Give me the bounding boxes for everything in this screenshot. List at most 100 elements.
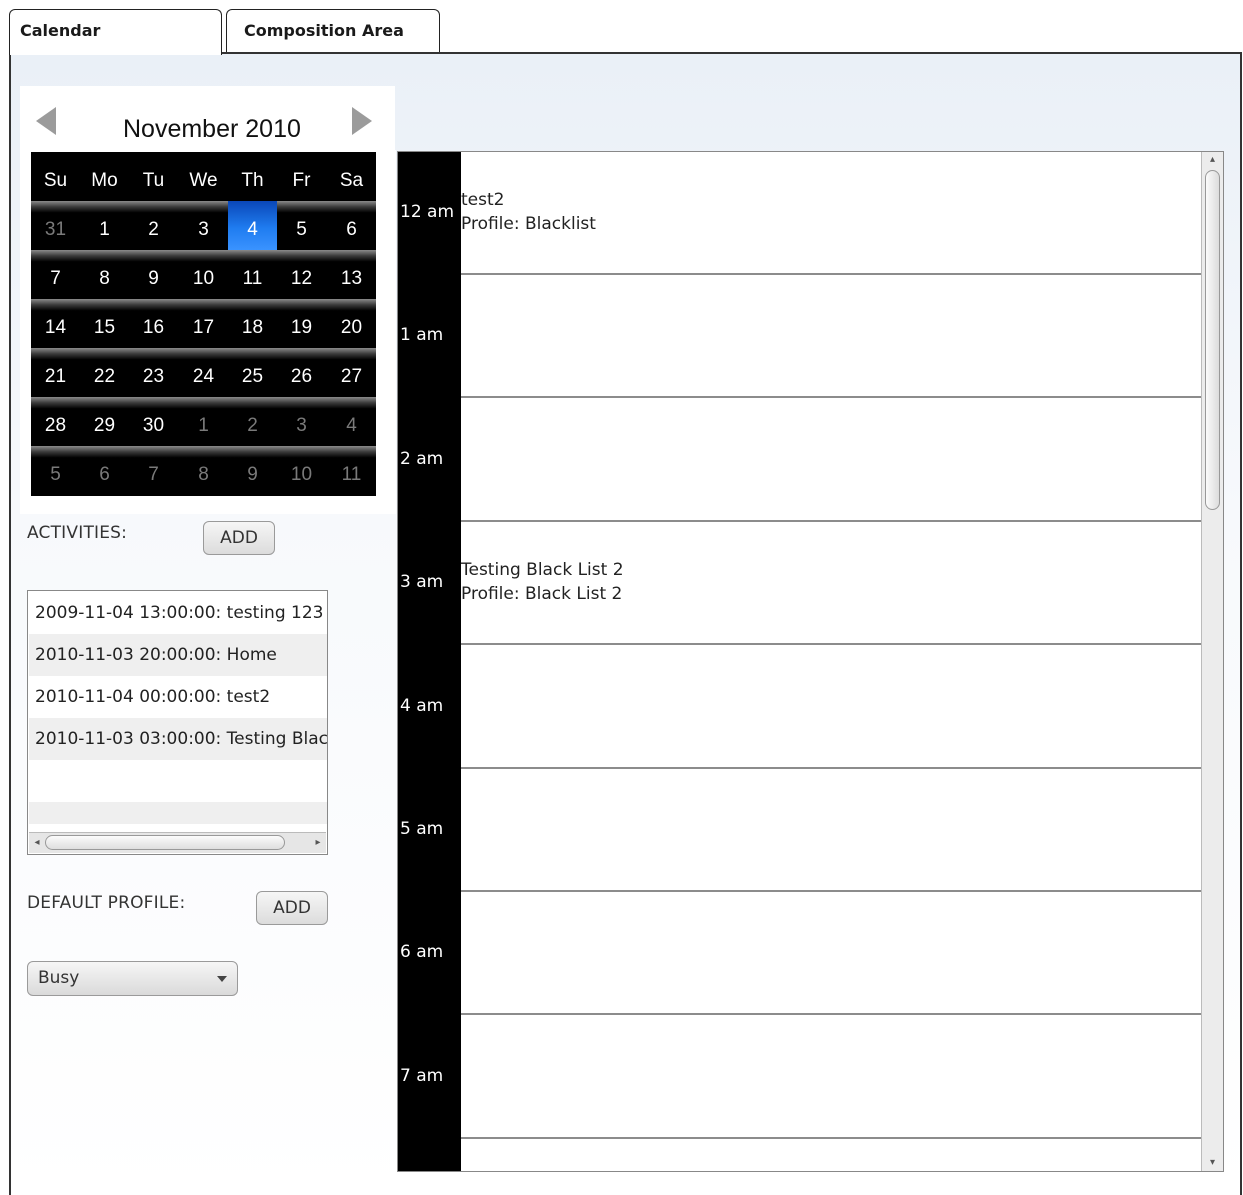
scroll-down-icon[interactable]: ▾ bbox=[1206, 1156, 1219, 1170]
day-cell[interactable]: 31 bbox=[31, 201, 80, 250]
profile-select-value: Busy bbox=[38, 968, 80, 988]
day-cell[interactable]: 28 bbox=[31, 397, 80, 446]
day-cell[interactable]: 6 bbox=[327, 201, 376, 250]
hour-slot[interactable] bbox=[461, 769, 1202, 892]
day-cell[interactable]: 3 bbox=[179, 201, 228, 250]
hour-label: 5 am bbox=[400, 819, 444, 839]
hour-slot[interactable] bbox=[461, 399, 1202, 522]
day-cell[interactable]: 8 bbox=[80, 250, 129, 299]
day-cell[interactable]: 5 bbox=[277, 201, 326, 250]
day-cell[interactable]: 11 bbox=[228, 250, 277, 299]
activities-list[interactable]: 2009-11-04 13:00:00: testing 123 2010-11… bbox=[27, 590, 328, 855]
day-cell[interactable]: 16 bbox=[129, 299, 178, 348]
scroll-left-icon[interactable]: ◂ bbox=[30, 835, 44, 850]
weekday-header: Su Mo Tu We Th Fr Sa bbox=[31, 152, 376, 202]
profile-select[interactable]: Busy bbox=[27, 961, 238, 996]
weekday-label: Fr bbox=[292, 170, 311, 191]
vertical-scroll-thumb[interactable] bbox=[1205, 170, 1220, 510]
hour-label: 12 am bbox=[400, 202, 455, 222]
list-item[interactable]: 2010-11-03 03:00:00: Testing Black List … bbox=[29, 718, 327, 760]
hour-slot[interactable] bbox=[461, 892, 1202, 1015]
day-cell[interactable]: 25 bbox=[228, 348, 277, 397]
week-row: 21 22 23 24 25 26 27 bbox=[31, 348, 376, 397]
day-cell[interactable]: 21 bbox=[31, 348, 80, 397]
list-item[interactable]: 2010-11-03 20:00:00: Home bbox=[29, 634, 327, 676]
hour-label: 4 am bbox=[400, 696, 444, 716]
day-cell[interactable]: 10 bbox=[179, 250, 228, 299]
hour-slot[interactable] bbox=[461, 1139, 1202, 1171]
day-cell[interactable]: 24 bbox=[179, 348, 228, 397]
weekday-label: Su bbox=[43, 170, 68, 191]
list-item[interactable]: 2009-11-04 13:00:00: testing 123 bbox=[29, 592, 327, 634]
weekday-label: Mo bbox=[91, 170, 118, 191]
week-row: 31 1 2 3 4 5 6 bbox=[31, 201, 376, 250]
day-cell[interactable]: 8 bbox=[179, 446, 228, 495]
event-title: test2 bbox=[461, 190, 505, 210]
day-cell[interactable]: 13 bbox=[327, 250, 376, 299]
list-item-empty bbox=[29, 802, 327, 824]
week-row: 5 6 7 8 9 10 11 bbox=[31, 446, 376, 495]
day-cell[interactable]: 17 bbox=[179, 299, 228, 348]
hour-slot[interactable] bbox=[461, 275, 1202, 398]
day-cell[interactable]: 12 bbox=[277, 250, 326, 299]
hour-slot[interactable] bbox=[461, 1016, 1202, 1139]
day-cell[interactable]: 7 bbox=[31, 250, 80, 299]
activities-label: ACTIVITIES: bbox=[27, 523, 128, 543]
default-profile-label: DEFAULT PROFILE: bbox=[27, 893, 186, 913]
hour-slot[interactable] bbox=[461, 646, 1202, 769]
time-column: 12 am 1 am 2 am 3 am 4 am 5 am 6 am 7 am bbox=[398, 152, 461, 1171]
scroll-right-icon[interactable]: ▸ bbox=[311, 835, 325, 850]
tab-calendar[interactable]: Calendar bbox=[9, 9, 222, 55]
event-entry[interactable]: test2 Profile: Blacklist bbox=[461, 188, 596, 236]
day-cell[interactable]: 26 bbox=[277, 348, 326, 397]
weekday-label: We bbox=[189, 170, 218, 191]
day-cell[interactable]: 2 bbox=[228, 397, 277, 446]
day-cell[interactable]: 20 bbox=[327, 299, 376, 348]
event-profile: Profile: Blacklist bbox=[461, 214, 596, 234]
list-item[interactable]: 2010-11-04 00:00:00: test2 bbox=[29, 676, 327, 718]
day-cell[interactable]: 1 bbox=[179, 397, 228, 446]
add-profile-button[interactable]: ADD bbox=[256, 891, 328, 925]
horizontal-scrollbar[interactable]: ◂ ▸ bbox=[29, 832, 326, 853]
day-cell[interactable]: 4 bbox=[327, 397, 376, 446]
week-row: 14 15 16 17 18 19 20 bbox=[31, 299, 376, 348]
hour-label: 6 am bbox=[400, 942, 444, 962]
day-cell[interactable]: 18 bbox=[228, 299, 277, 348]
next-month-icon[interactable] bbox=[352, 107, 372, 135]
event-title: Testing Black List 2 bbox=[461, 560, 624, 580]
prev-month-icon[interactable] bbox=[36, 107, 56, 135]
day-cell[interactable]: 9 bbox=[129, 250, 178, 299]
weekday-label: Tu bbox=[142, 170, 165, 191]
vertical-scrollbar[interactable]: ▴ ▾ bbox=[1201, 152, 1223, 1171]
day-cell[interactable]: 29 bbox=[80, 397, 129, 446]
tab-composition-area[interactable]: Composition Area bbox=[226, 9, 440, 52]
weekday-label: Th bbox=[241, 170, 264, 191]
event-profile: Profile: Black List 2 bbox=[461, 584, 623, 604]
month-label: November 2010 bbox=[123, 115, 301, 143]
day-cell[interactable]: 22 bbox=[80, 348, 129, 397]
day-cell[interactable]: 23 bbox=[129, 348, 178, 397]
day-cell[interactable]: 19 bbox=[277, 299, 326, 348]
day-cell[interactable]: 7 bbox=[129, 446, 178, 495]
day-cell[interactable]: 3 bbox=[277, 397, 326, 446]
hour-label: 2 am bbox=[400, 449, 444, 469]
day-cell[interactable]: 6 bbox=[80, 446, 129, 495]
scroll-up-icon[interactable]: ▴ bbox=[1206, 153, 1219, 167]
day-cell[interactable]: 5 bbox=[31, 446, 80, 495]
day-cell[interactable]: 11 bbox=[327, 446, 376, 495]
day-view[interactable]: 12 am 1 am 2 am 3 am 4 am 5 am 6 am 7 am… bbox=[397, 151, 1224, 1172]
day-cell[interactable]: 27 bbox=[327, 348, 376, 397]
day-cell[interactable]: 14 bbox=[31, 299, 80, 348]
day-cell-selected[interactable]: 4 bbox=[228, 201, 277, 250]
day-cell[interactable]: 10 bbox=[277, 446, 326, 495]
list-item-empty bbox=[29, 760, 327, 802]
day-cell[interactable]: 2 bbox=[129, 201, 178, 250]
event-entry[interactable]: Testing Black List 2 Profile: Black List… bbox=[461, 558, 624, 606]
hour-label: 1 am bbox=[400, 325, 444, 345]
horizontal-scroll-thumb[interactable] bbox=[45, 835, 285, 850]
day-cell[interactable]: 1 bbox=[80, 201, 129, 250]
add-activity-button[interactable]: ADD bbox=[203, 521, 275, 555]
day-cell[interactable]: 15 bbox=[80, 299, 129, 348]
day-cell[interactable]: 30 bbox=[129, 397, 178, 446]
day-cell[interactable]: 9 bbox=[228, 446, 277, 495]
